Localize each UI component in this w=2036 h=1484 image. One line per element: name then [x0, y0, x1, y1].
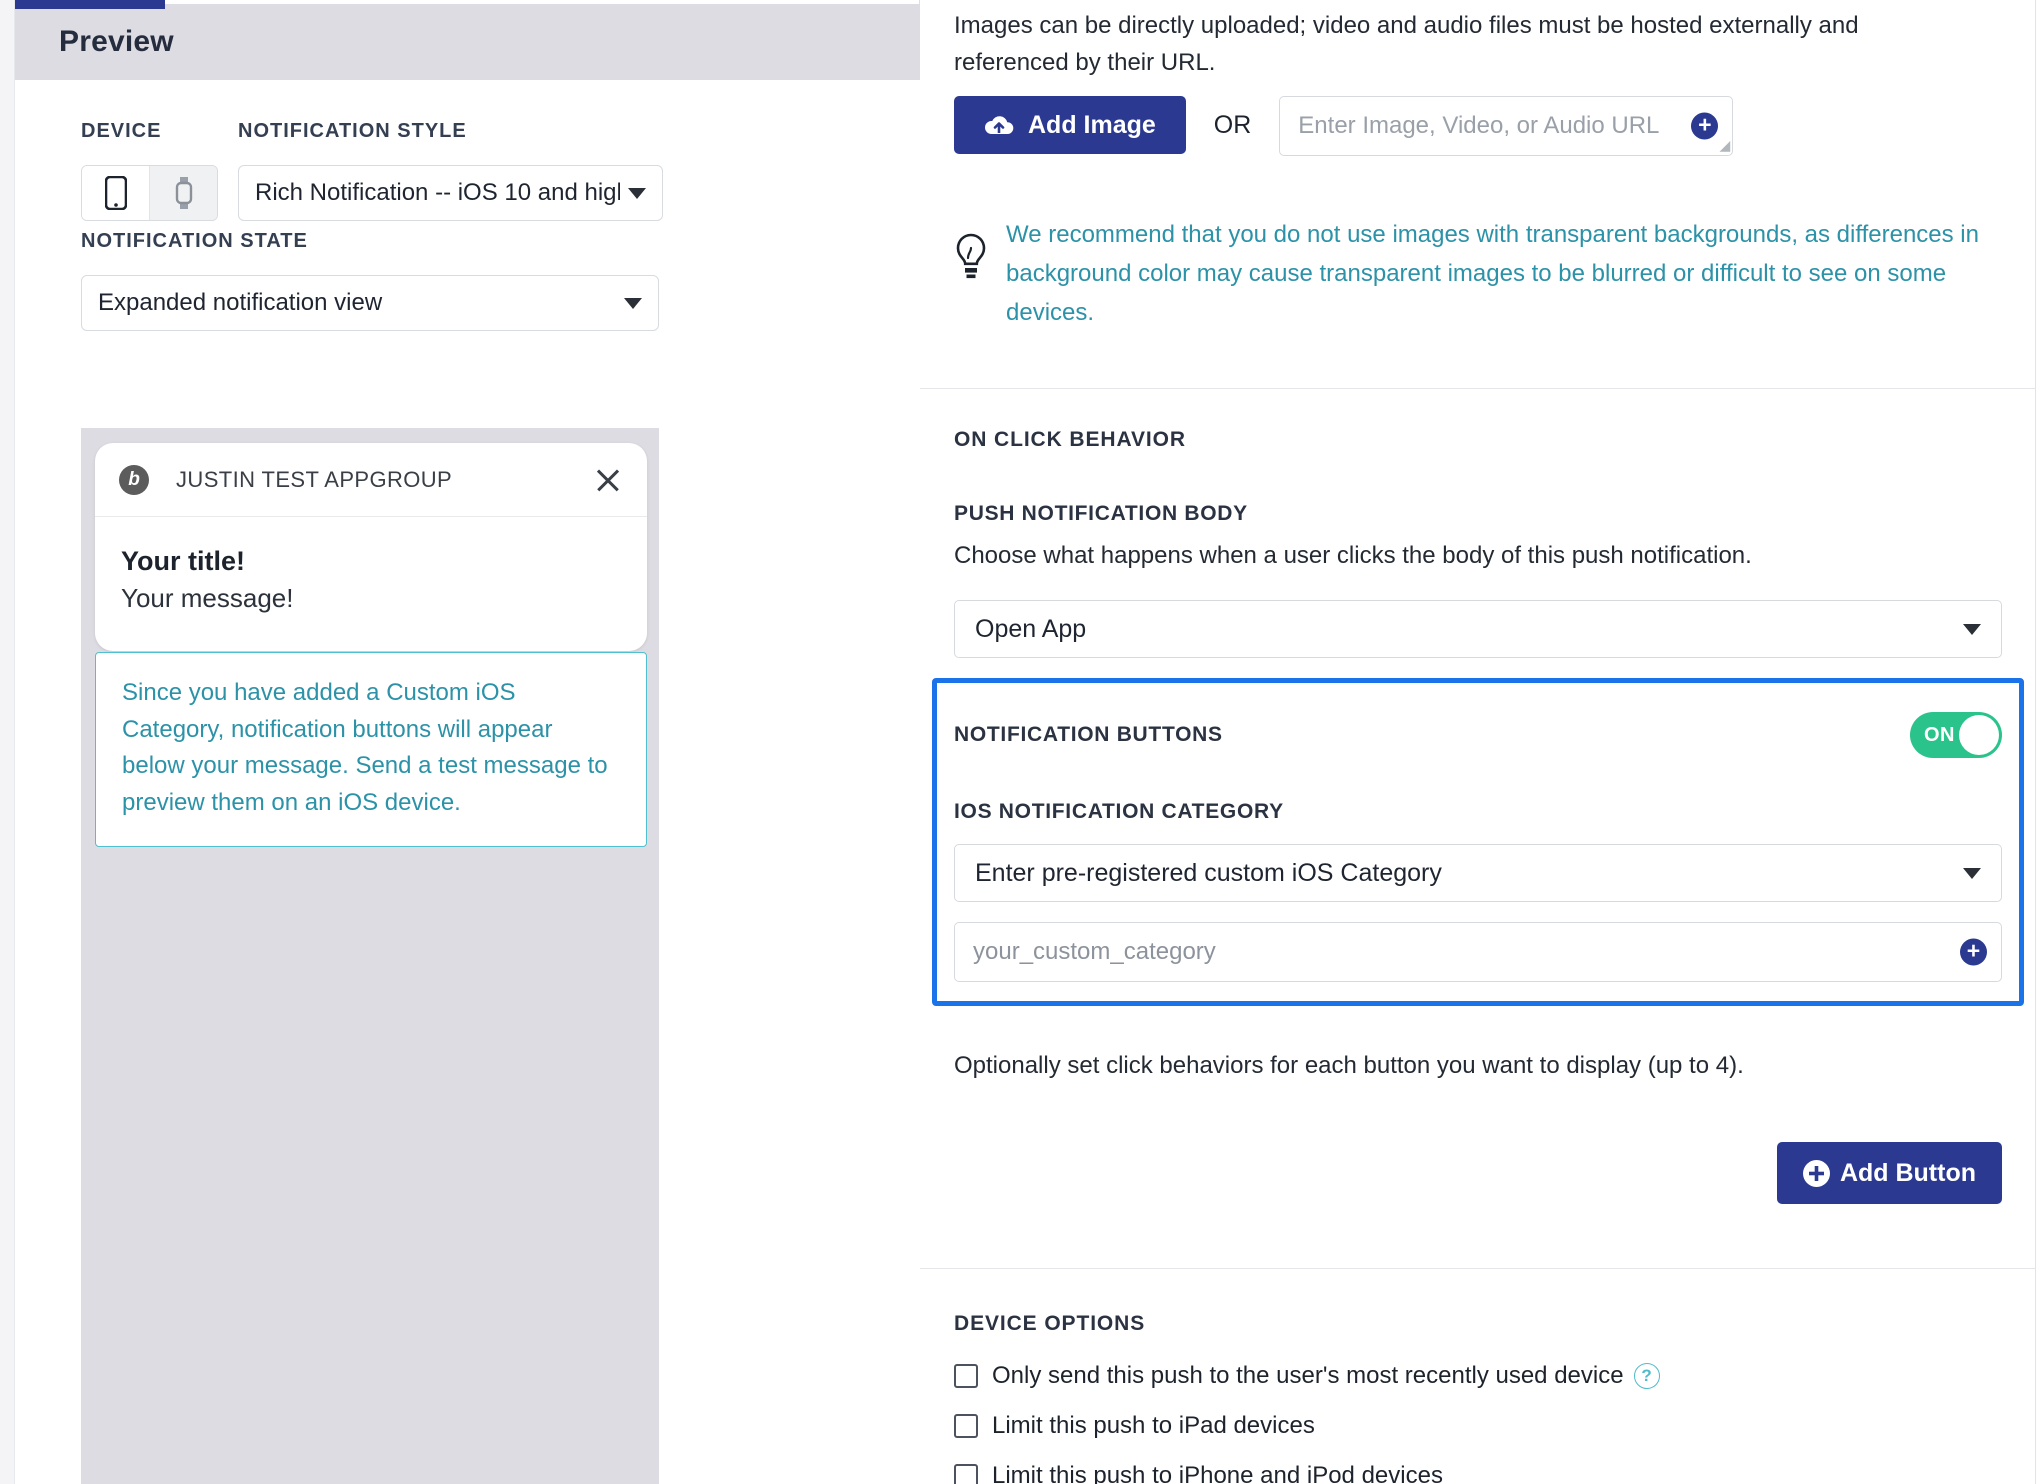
watch-icon: [175, 177, 192, 209]
notification-state-field: NOTIFICATION STATE Expanded notification…: [81, 230, 659, 331]
add-button-row: Add Button: [954, 1142, 2002, 1204]
notification-style-label: NOTIFICATION STYLE: [238, 120, 467, 142]
add-button-label: Add Button: [1839, 1158, 1976, 1187]
checkbox-most-recent-device[interactable]: [954, 1364, 978, 1388]
notification-state-select[interactable]: Expanded notification view: [81, 275, 659, 331]
notification-message: Your message!: [121, 583, 294, 614]
transparent-bg-tip-text: We recommend that you do not use images …: [1006, 221, 1979, 326]
on-click-behavior-title: ON CLICK BEHAVIOR: [954, 428, 1186, 451]
device-option-watch[interactable]: [149, 166, 217, 220]
notification-style-value: Rich Notification -- iOS 10 and higher: [255, 179, 620, 206]
notification-style-select[interactable]: Rich Notification -- iOS 10 and higher: [238, 165, 663, 221]
notification-state-value: Expanded notification view: [98, 289, 383, 316]
notification-title: Your title!: [121, 546, 245, 576]
resize-grip-icon[interactable]: ◢: [1720, 137, 1731, 154]
checkbox-limit-ipad[interactable]: [954, 1414, 978, 1438]
notification-state-label: NOTIFICATION STATE: [81, 230, 308, 252]
preview-body: DEVICE NOTIFICATION STYLE Rich Notificat…: [15, 80, 921, 1484]
help-icon[interactable]: ?: [1633, 1363, 1660, 1389]
media-upload-row: Add Image OR + ◢: [954, 96, 1734, 156]
app-avatar: b: [119, 464, 149, 495]
toggle-knob: [1959, 715, 1999, 755]
phone-preview-stage: b JUSTIN TEST APPGROUP Your title! Your …: [81, 428, 659, 1484]
app-group-name: JUSTIN TEST APPGROUP: [176, 466, 453, 492]
notification-style-field: NOTIFICATION STYLE Rich Notification -- …: [238, 120, 663, 221]
push-body-description: Choose what happens when a user clicks t…: [954, 542, 1752, 569]
upload-cloud-icon: [985, 116, 1014, 134]
preview-header: Preview: [15, 4, 921, 80]
notification-buttons-label: NOTIFICATION BUTTONS: [954, 723, 1223, 746]
phone-icon: [104, 176, 127, 210]
ios-category-value: Enter pre-registered custom iOS Category: [975, 858, 1442, 887]
settings-panel: Images can be directly uploaded; video a…: [920, 0, 2036, 1484]
chevron-down-icon: [1963, 867, 1981, 879]
add-image-label: Add Image: [1028, 110, 1156, 139]
divider-2: [920, 1268, 2036, 1269]
notification-buttons-toggle[interactable]: ON: [1910, 712, 2002, 758]
device-options-title: DEVICE OPTIONS: [954, 1312, 1146, 1335]
chevron-down-icon: [1963, 623, 1981, 635]
plus-circle-icon[interactable]: +: [1960, 938, 1987, 966]
push-body-value: Open App: [975, 614, 1087, 643]
push-notification-body-field: PUSH NOTIFICATION BODY Choose what happe…: [954, 502, 2002, 658]
custom-category-callout: Since you have added a Custom iOS Catego…: [95, 652, 647, 847]
notification-preview-card: b JUSTIN TEST APPGROUP Your title! Your …: [95, 443, 647, 651]
push-body-select[interactable]: Open App: [954, 600, 2002, 658]
add-button[interactable]: Add Button: [1776, 1142, 2002, 1204]
ios-category-select[interactable]: Enter pre-registered custom iOS Category: [954, 844, 2002, 902]
device-option-phone[interactable]: [82, 166, 149, 220]
checkbox-label: Only send this push to the user's most r…: [992, 1362, 1624, 1389]
chevron-down-icon: [624, 297, 642, 309]
on-click-behavior-section: ON CLICK BEHAVIOR PUSH NOTIFICATION BODY…: [954, 428, 2002, 658]
notification-buttons-header: NOTIFICATION BUTTONS ON: [954, 712, 2002, 758]
device-style-row: DEVICE NOTIFICATION STYLE Rich Notificat…: [81, 120, 663, 221]
media-url-input[interactable]: [1298, 112, 1681, 140]
push-composer-screen: Preview DEVICE NOTIFICATION STYLE Rich N…: [0, 0, 2036, 1484]
custom-category-field-wrap: +: [954, 922, 2002, 982]
device-toggle-group[interactable]: [81, 165, 218, 221]
checkbox-label: Limit this push to iPad devices: [992, 1412, 1315, 1439]
ios-category-label: IOS NOTIFICATION CATEGORY: [954, 800, 1284, 823]
divider-1: [920, 388, 2036, 389]
transparent-bg-tip: We recommend that you do not use images …: [954, 216, 2004, 333]
preview-panel: Preview DEVICE NOTIFICATION STYLE Rich N…: [14, 0, 921, 1484]
notification-card-header: b JUSTIN TEST APPGROUP: [95, 443, 647, 517]
page-title: Preview: [59, 25, 174, 58]
device-field: DEVICE: [81, 120, 238, 221]
notification-card-body: Your title! Your message!: [95, 517, 647, 651]
add-image-button[interactable]: Add Image: [954, 96, 1186, 154]
custom-category-input[interactable]: [973, 938, 1945, 966]
buttons-footer: Optionally set click behaviors for each …: [954, 1048, 2002, 1204]
device-label: DEVICE: [81, 120, 162, 142]
device-options-section: DEVICE OPTIONS Only send this push to th…: [954, 1312, 2002, 1484]
device-option-row: Limit this push to iPad devices: [954, 1412, 2002, 1440]
ios-category-field: IOS NOTIFICATION CATEGORY Enter pre-regi…: [954, 800, 2002, 982]
chevron-down-icon: [628, 187, 646, 199]
plus-circle-icon[interactable]: +: [1691, 112, 1719, 140]
notification-buttons-section: NOTIFICATION BUTTONS ON IOS NOTIFICATION…: [954, 712, 2002, 982]
device-option-row: Limit this push to iPhone and iPod devic…: [954, 1462, 2002, 1484]
optional-note: Optionally set click behaviors for each …: [954, 1052, 1744, 1079]
toggle-state-label: ON: [1924, 723, 1955, 746]
custom-category-callout-text: Since you have added a Custom iOS Catego…: [122, 679, 608, 817]
media-url-field-wrap: + ◢: [1279, 96, 1734, 156]
close-icon[interactable]: [591, 463, 625, 497]
media-intro-text: Images can be directly uploaded; video a…: [954, 12, 1859, 76]
checkbox-limit-iphone-ipod[interactable]: [954, 1464, 978, 1484]
device-option-row: Only send this push to the user's most r…: [954, 1362, 2002, 1390]
push-body-label: PUSH NOTIFICATION BODY: [954, 502, 1248, 525]
lightbulb-icon: [954, 216, 1006, 285]
checkbox-label: Limit this push to iPhone and iPod devic…: [992, 1462, 1443, 1484]
plus-circle-icon: [1802, 1159, 1830, 1187]
progress-bar: [15, 0, 165, 9]
or-separator: OR: [1213, 111, 1252, 139]
